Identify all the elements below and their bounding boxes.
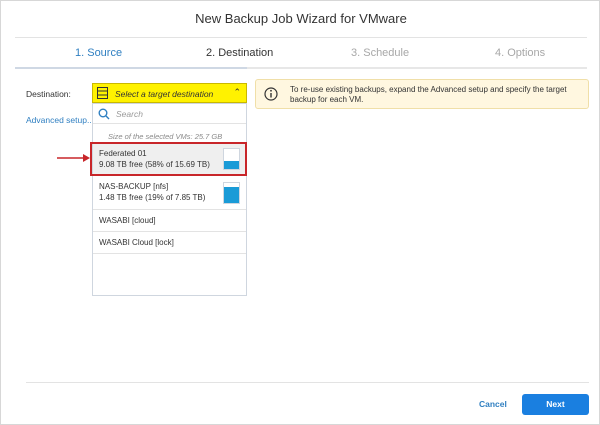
destination-option-wasabi-cloud[interactable]: WASABI [cloud] <box>93 210 246 232</box>
storage-usage-fill <box>224 186 239 203</box>
window-title: New Backup Job Wizard for VMware <box>195 11 407 26</box>
wizard-window: New Backup Job Wizard for VMware 1. Sour… <box>0 0 600 425</box>
step-schedule[interactable]: 3. Schedule <box>351 47 409 59</box>
selected-vms-size: Size of the selected VMs: 25.7 GB <box>108 132 222 141</box>
destination-option-wasabi-cloud-lock[interactable]: WASABI Cloud [lock] <box>93 232 246 254</box>
step-destination[interactable]: 2. Destination <box>206 47 273 59</box>
destination-select-placeholder: Select a target destination <box>115 89 214 99</box>
storage-icon <box>97 87 108 99</box>
destination-label: Destination: <box>26 89 71 99</box>
callout-arrow-icon <box>57 154 90 162</box>
wizard-steps: 1. Source 2. Destination 3. Schedule 4. … <box>1 45 600 65</box>
step-source[interactable]: 1. Source <box>75 47 122 59</box>
next-button[interactable]: Next <box>522 394 589 415</box>
selected-vms-size-value: 25.7 GB <box>194 132 223 141</box>
search-input[interactable]: Search <box>116 109 143 119</box>
storage-usage-bar <box>223 182 240 204</box>
destination-dropdown: Search Size of the selected VMs: 25.7 GB… <box>92 103 247 296</box>
selected-vms-size-label: Size of the selected VMs: <box>108 132 193 141</box>
cancel-button[interactable]: Cancel <box>479 399 507 409</box>
advanced-setup-link[interactable]: Advanced setup... <box>26 115 94 125</box>
search-icon <box>98 108 110 120</box>
option-free-space: 1.48 TB free (19% of 7.85 TB) <box>99 193 206 202</box>
title-divider <box>15 37 587 38</box>
option-name: WASABI Cloud [lock] <box>99 238 174 247</box>
selection-callout-box <box>90 142 247 176</box>
info-icon <box>264 87 278 101</box>
step-options[interactable]: 4. Options <box>495 47 545 59</box>
option-name: NAS-BACKUP [nfs] <box>99 182 169 191</box>
destination-search[interactable]: Search <box>93 104 246 124</box>
option-name: WASABI [cloud] <box>99 216 156 225</box>
info-notice: To re-use existing backups, expand the A… <box>255 79 589 109</box>
chevron-up-icon: ⌃ <box>233 87 241 97</box>
info-text: To re-use existing backups, expand the A… <box>290 85 567 104</box>
steps-progress-done <box>15 67 247 69</box>
destination-select[interactable]: Select a target destination ⌃ <box>92 83 247 103</box>
destination-option-nas-backup[interactable]: NAS-BACKUP [nfs] 1.48 TB free (19% of 7.… <box>93 176 246 210</box>
footer-divider <box>26 382 589 383</box>
